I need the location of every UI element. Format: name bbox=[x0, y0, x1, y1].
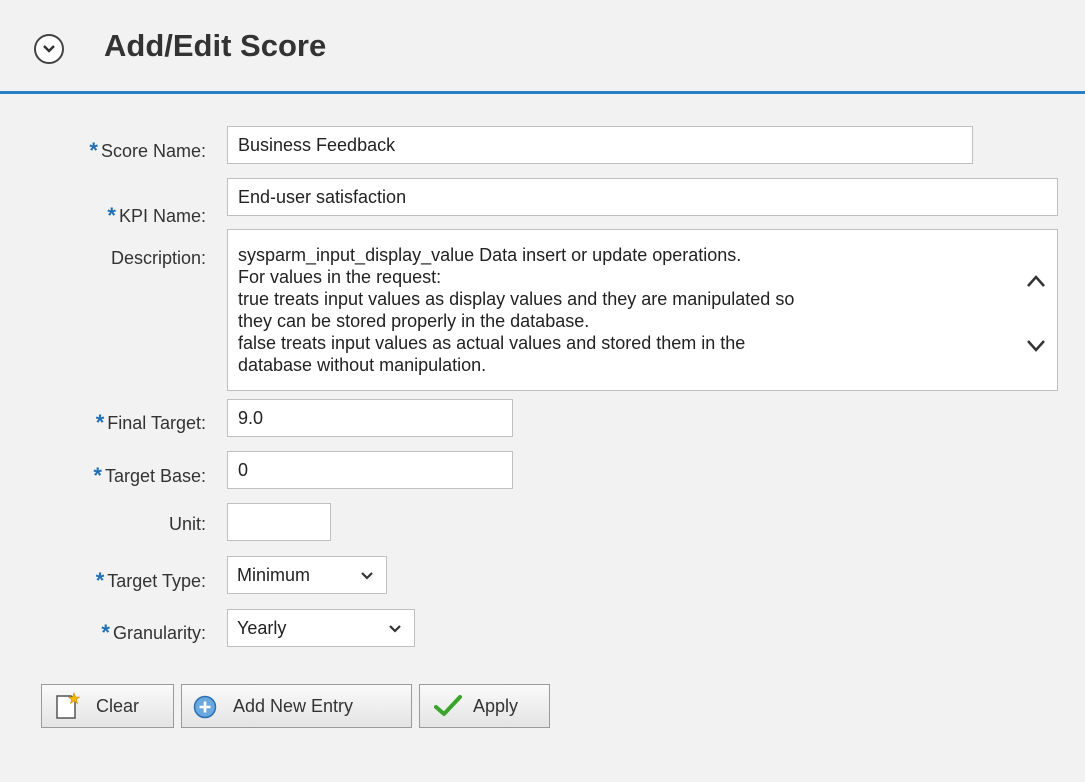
add-new-entry-button[interactable]: Add New Entry bbox=[181, 684, 412, 728]
description-textarea[interactable]: sysparm_input_display_value Data insert … bbox=[227, 229, 1058, 391]
final-target-label: * Final Target: bbox=[95, 410, 206, 435]
checkmark-icon bbox=[434, 695, 462, 716]
granularity-select[interactable]: Yearly bbox=[227, 609, 415, 647]
required-marker: * bbox=[95, 410, 105, 435]
required-marker: * bbox=[95, 568, 105, 593]
kpi-name-field[interactable]: End-user satisfaction bbox=[227, 178, 1058, 216]
final-target-field[interactable]: 9.0 bbox=[227, 399, 513, 437]
apply-button-label: Apply bbox=[473, 696, 519, 716]
required-marker: * bbox=[89, 138, 98, 163]
required-marker: * bbox=[101, 620, 110, 645]
chevron-down-icon bbox=[43, 45, 55, 53]
granularity-value: Yearly bbox=[237, 618, 287, 638]
description-text: sysparm_input_display_value Data insert … bbox=[238, 245, 795, 375]
granularity-label: * Granularity: bbox=[101, 620, 206, 645]
target-base-label: * Target Base: bbox=[93, 463, 206, 488]
description-label: Description: bbox=[110, 248, 206, 268]
add-circle-icon bbox=[193, 695, 217, 719]
scroll-down-icon[interactable] bbox=[1025, 338, 1047, 354]
panel-header: Add/Edit Score bbox=[0, 0, 1085, 94]
target-base-field[interactable]: 0 bbox=[227, 451, 513, 489]
score-name-field[interactable]: Business Feedback bbox=[227, 126, 973, 164]
chevron-down-icon bbox=[389, 625, 401, 633]
new-document-icon bbox=[56, 692, 80, 719]
clear-button-label: Clear bbox=[96, 696, 140, 716]
kpi-name-label: * KPI Name: bbox=[107, 203, 206, 228]
target-type-label: * Target Type: bbox=[95, 568, 206, 593]
page-title: Add/Edit Score bbox=[104, 28, 327, 63]
chevron-down-icon bbox=[361, 572, 373, 580]
required-marker: * bbox=[93, 463, 102, 488]
target-type-select[interactable]: Minimum bbox=[227, 556, 387, 594]
target-type-value: Minimum bbox=[237, 565, 311, 585]
required-marker: * bbox=[107, 203, 116, 228]
scroll-up-icon[interactable] bbox=[1025, 273, 1047, 289]
clear-button[interactable]: Clear bbox=[41, 684, 174, 728]
add-new-entry-button-label: Add New Entry bbox=[233, 696, 354, 716]
collapse-toggle-button[interactable] bbox=[34, 34, 64, 64]
unit-label: Unit: bbox=[168, 514, 206, 534]
apply-button[interactable]: Apply bbox=[419, 684, 550, 728]
score-name-label: * Score Name: bbox=[89, 138, 206, 163]
unit-field[interactable] bbox=[227, 503, 331, 541]
